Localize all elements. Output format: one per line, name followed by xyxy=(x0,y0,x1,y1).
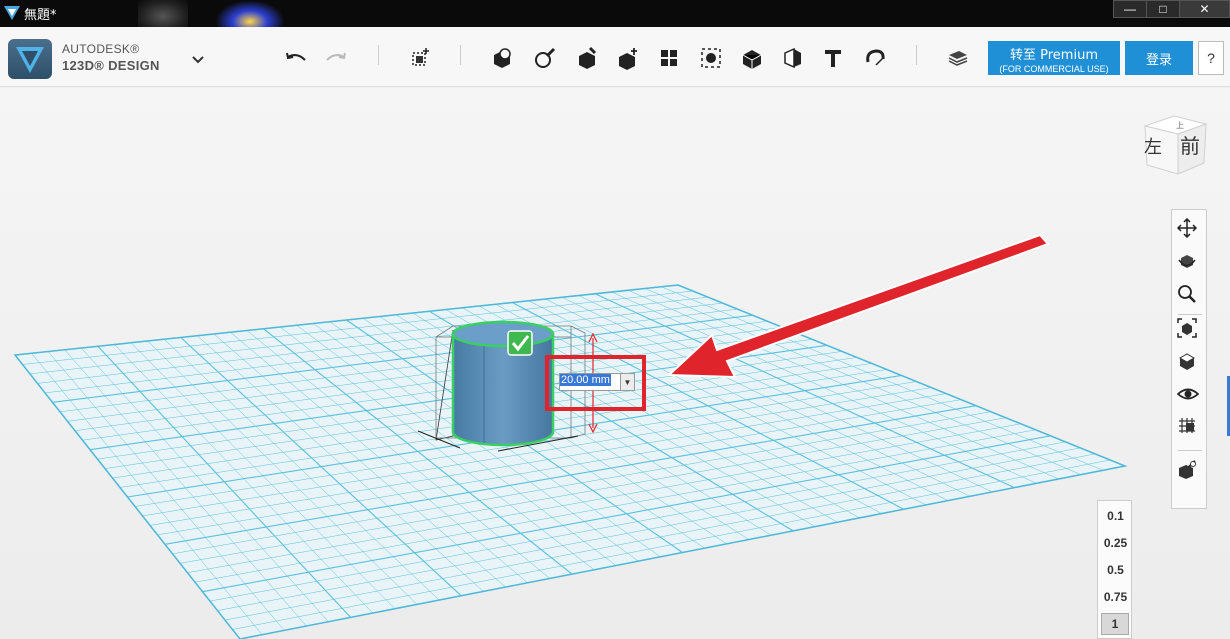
redo-button[interactable] xyxy=(321,43,351,73)
view-cube-left: 左 xyxy=(1144,137,1162,158)
undo-button[interactable] xyxy=(281,43,311,73)
dimension-value: 20.00 mm xyxy=(560,374,611,386)
measure-button[interactable] xyxy=(778,43,808,73)
app-logo[interactable] xyxy=(8,39,52,79)
pattern-button[interactable] xyxy=(654,43,684,73)
material-icon xyxy=(948,51,968,66)
undo-icon xyxy=(286,52,306,61)
zoom-icon xyxy=(1178,285,1196,303)
material-view-button[interactable] xyxy=(1177,460,1203,484)
orbit-icon xyxy=(1178,255,1196,268)
background-decoration xyxy=(215,0,285,27)
view-cube-top: 上 xyxy=(1176,121,1184,130)
primitives-button[interactable] xyxy=(487,43,517,73)
snap-option[interactable]: 0.1 xyxy=(1098,505,1133,527)
app-icon xyxy=(4,6,20,20)
orbit-button[interactable] xyxy=(1177,251,1203,275)
pattern-icon xyxy=(661,50,677,66)
workspace-scene xyxy=(13,233,1128,639)
grid-toggle-button[interactable] xyxy=(1177,415,1203,439)
view-mode-button[interactable] xyxy=(1177,351,1203,375)
transform-button[interactable] xyxy=(405,43,435,73)
material-view-icon xyxy=(1179,460,1196,479)
help-button[interactable]: ? xyxy=(1198,41,1224,75)
pan-icon xyxy=(1177,218,1197,238)
redo-icon xyxy=(326,52,346,61)
viewport-3d[interactable]: 20.00 mm ▼ 上 左 前 0.1 0.25 0.5 0.75 1 xyxy=(0,88,1230,639)
measure-icon xyxy=(784,47,801,69)
main-toolbar: AUTODESK® 123D® DESIGN 转至 Premium (FOR C… xyxy=(0,27,1230,87)
construct-icon xyxy=(579,46,597,69)
snap-option[interactable]: 0.75 xyxy=(1098,586,1133,608)
build-grid xyxy=(13,284,1128,639)
fit-button[interactable] xyxy=(1177,318,1203,342)
combine-button[interactable] xyxy=(737,43,767,73)
text-button[interactable] xyxy=(818,43,848,73)
material-button[interactable] xyxy=(943,43,973,73)
toolbar-divider xyxy=(460,45,461,65)
login-button[interactable]: 登录 xyxy=(1125,41,1193,75)
fit-icon xyxy=(1177,318,1197,338)
snap-button[interactable] xyxy=(860,43,890,73)
premium-label: 转至 Premium xyxy=(1010,48,1098,63)
combine-icon xyxy=(742,50,762,69)
chevron-down-icon[interactable] xyxy=(190,51,206,67)
text-icon xyxy=(825,50,841,67)
window-title: 無題* xyxy=(24,8,57,23)
snap-option[interactable]: 0.25 xyxy=(1098,532,1133,554)
brand-line2: 123D® DESIGN xyxy=(62,58,160,73)
primitives-icon xyxy=(494,48,511,68)
view-cube-front: 前 xyxy=(1180,134,1200,158)
premium-sublabel: (FOR COMMERCIAL USE) xyxy=(999,64,1109,74)
snap-option[interactable]: 0.5 xyxy=(1098,559,1133,581)
grouping-button[interactable] xyxy=(696,43,726,73)
modify-icon xyxy=(619,48,637,70)
view-mode-icon xyxy=(1178,353,1196,370)
background-decoration xyxy=(138,0,188,27)
sketch-icon xyxy=(535,47,556,68)
dimension-input[interactable]: 20.00 mm xyxy=(559,373,621,391)
pan-button[interactable] xyxy=(1177,218,1203,242)
view-cube[interactable]: 上 左 前 xyxy=(1140,108,1210,176)
modify-button[interactable] xyxy=(613,43,643,73)
dimension-dropdown-button[interactable]: ▼ xyxy=(621,373,635,391)
brand-line1: AUTODESK® xyxy=(62,42,140,56)
visibility-icon xyxy=(1177,388,1199,400)
grid-toggle-icon xyxy=(1179,418,1195,433)
snap-icon xyxy=(866,49,885,66)
snap-panel: 0.1 0.25 0.5 0.75 1 xyxy=(1097,500,1132,639)
toolbar-divider xyxy=(378,45,379,65)
premium-button[interactable]: 转至 Premium (FOR COMMERCIAL USE) xyxy=(988,41,1120,75)
navbar-divider xyxy=(1178,314,1202,315)
grouping-icon xyxy=(701,48,721,68)
transform-icon xyxy=(412,48,429,66)
navigation-bar xyxy=(1171,209,1207,509)
navbar-divider xyxy=(1178,450,1202,451)
close-button[interactable]: ✕ xyxy=(1179,0,1230,18)
visibility-button[interactable] xyxy=(1177,384,1203,408)
minimize-button[interactable]: — xyxy=(1113,0,1147,18)
sketch-button[interactable] xyxy=(530,43,560,73)
confirm-check-button[interactable] xyxy=(507,330,533,356)
window-titlebar: 無題* — □ ✕ xyxy=(0,0,1230,27)
construct-button[interactable] xyxy=(572,43,602,73)
zoom-button[interactable] xyxy=(1177,284,1203,308)
snap-option[interactable]: 1 xyxy=(1101,613,1129,635)
maximize-button[interactable]: □ xyxy=(1146,0,1180,18)
toolbar-divider xyxy=(916,45,917,65)
